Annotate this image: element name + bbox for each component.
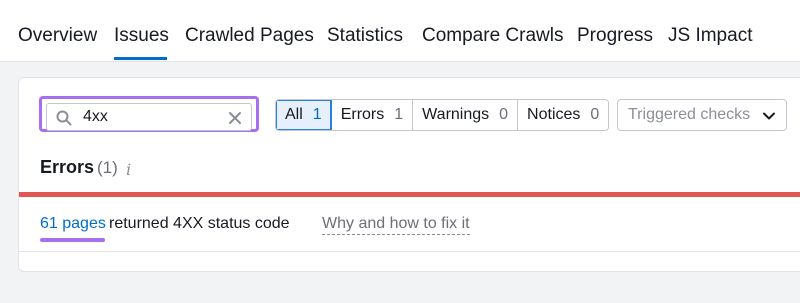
filter-count: 0 bbox=[499, 106, 509, 123]
filter-all-button[interactable]: All 1 bbox=[276, 100, 332, 130]
filter-warnings-button[interactable]: Warnings 0 bbox=[413, 100, 519, 130]
link-highlight-underline bbox=[40, 238, 105, 242]
triggered-checks-dropdown[interactable]: Triggered checks bbox=[617, 99, 787, 131]
info-icon[interactable]: i bbox=[126, 160, 131, 179]
filter-label: All bbox=[285, 106, 303, 123]
severity-filter-group: All 1 Errors 1 Warnings 0 Notices 0 bbox=[275, 99, 610, 131]
section-count: (1) bbox=[97, 158, 118, 177]
filter-errors-button[interactable]: Errors 1 bbox=[331, 100, 414, 130]
search-highlight-frame: 4xx bbox=[39, 96, 259, 132]
active-tab-indicator bbox=[114, 57, 167, 60]
affected-pages-link[interactable]: 61 pages bbox=[40, 215, 106, 233]
filter-count: 1 bbox=[394, 106, 404, 123]
filter-label: Errors bbox=[340, 106, 385, 123]
filter-label: Warnings bbox=[422, 106, 490, 123]
issues-card: 4xx All 1 Errors 1 Warnings 0 Notices 0 … bbox=[18, 77, 800, 272]
tab-crawled-pages[interactable]: Crawled Pages bbox=[185, 25, 314, 47]
tab-progress[interactable]: Progress bbox=[577, 25, 653, 47]
filter-notices-button[interactable]: Notices 0 bbox=[518, 100, 609, 130]
tab-js-impact[interactable]: JS Impact bbox=[668, 25, 752, 47]
filter-label: Notices bbox=[527, 106, 581, 123]
close-icon[interactable] bbox=[227, 110, 243, 126]
tab-statistics[interactable]: Statistics bbox=[327, 25, 403, 47]
section-title: Errors bbox=[40, 157, 95, 177]
dropdown-placeholder: Triggered checks bbox=[628, 106, 751, 123]
search-icon bbox=[56, 110, 72, 126]
issue-row: 61 pages returned 4XX status code Why an… bbox=[19, 197, 800, 252]
filter-count: 0 bbox=[590, 106, 600, 123]
top-navigation: Overview Issues Crawled Pages Statistics… bbox=[0, 0, 800, 62]
how-to-fix-link[interactable]: Why and how to fix it bbox=[322, 215, 470, 235]
tab-issues[interactable]: Issues bbox=[114, 25, 169, 47]
filter-count: 1 bbox=[312, 106, 322, 123]
search-value[interactable]: 4xx bbox=[83, 108, 108, 126]
issue-description: returned 4XX status code bbox=[109, 215, 290, 232]
tab-compare-crawls[interactable]: Compare Crawls bbox=[422, 25, 563, 47]
chevron-down-icon bbox=[763, 112, 775, 120]
tab-overview[interactable]: Overview bbox=[18, 25, 97, 47]
search-input[interactable]: 4xx bbox=[46, 103, 252, 131]
